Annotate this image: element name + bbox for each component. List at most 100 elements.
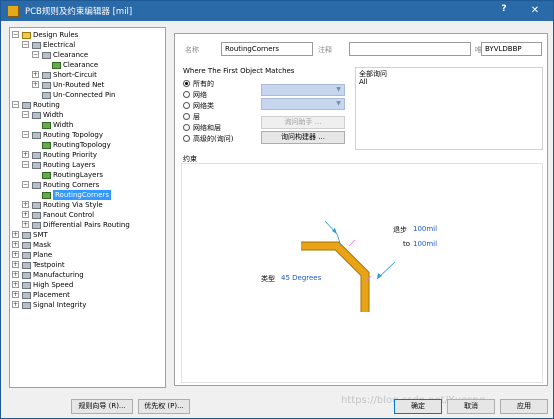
tree-label: RoutingTopology — [53, 141, 111, 149]
net-class-dropdown[interactable]: ▼ — [261, 98, 345, 110]
expand-icon[interactable]: + — [12, 241, 19, 248]
apply-button[interactable]: 应用 — [500, 399, 548, 414]
help-button[interactable]: ? — [497, 4, 511, 14]
rule-editor-window: PCB规则及约束编辑器 [mil] ? ✕ − Design Rules − E… — [0, 0, 554, 419]
expand-icon[interactable]: + — [12, 251, 19, 258]
query-builder-button[interactable]: 询问构建器 ... — [261, 131, 345, 144]
net-dropdown[interactable]: ▼ — [261, 84, 345, 96]
type-label: 类型 — [261, 275, 275, 283]
name-label: 名称 — [185, 46, 199, 54]
differential-pairs-icon — [32, 222, 41, 229]
collapse-icon[interactable]: − — [22, 41, 29, 48]
rules-tree[interactable]: − Design Rules − Electrical − Clearance … — [9, 27, 166, 388]
radio-label: 层 — [193, 113, 200, 121]
tree-label: RoutingCorners — [53, 190, 112, 200]
tree-label: Short-Circuit — [53, 71, 97, 79]
short-circuit-icon — [42, 72, 51, 79]
expand-icon[interactable]: + — [32, 71, 39, 78]
tree-label: Routing Corners — [43, 181, 100, 189]
chevron-down-icon: ▼ — [336, 100, 341, 107]
tree-label: Width — [53, 121, 74, 129]
radio-label: 高级的(询问) — [193, 135, 234, 143]
match-group-title: Where The First Object Matches — [183, 67, 295, 75]
expand-icon[interactable]: + — [12, 231, 19, 238]
routing-via-style-icon — [32, 202, 41, 209]
radio-label: 网络类 — [193, 102, 214, 110]
expand-icon[interactable]: + — [12, 301, 19, 308]
tree-label: RoutingLayers — [53, 171, 104, 179]
tree-label: Clearance — [63, 61, 99, 69]
expand-icon[interactable]: + — [22, 211, 29, 218]
radio-icon — [183, 102, 190, 109]
collapse-icon[interactable]: − — [12, 101, 19, 108]
unrouted-net-icon — [42, 82, 51, 89]
rule-icon — [42, 142, 51, 149]
setback-value[interactable]: 100mil — [413, 225, 437, 233]
type-value[interactable]: 45 Degrees — [281, 274, 321, 282]
tree-label: Un-Routed Net — [53, 81, 105, 89]
radio-label: 网络和层 — [193, 124, 221, 132]
to-value[interactable]: 100mil — [413, 240, 437, 248]
expand-icon[interactable]: + — [32, 81, 39, 88]
expand-icon[interactable]: + — [12, 271, 19, 278]
cancel-button[interactable]: 取消 — [447, 399, 495, 414]
radio-icon — [183, 124, 190, 131]
mask-icon — [22, 242, 31, 249]
tree-label: Routing Priority — [43, 151, 97, 159]
tree-label: Design Rules — [33, 31, 79, 39]
collapse-icon[interactable]: − — [32, 51, 39, 58]
tree-label: Signal Integrity — [33, 301, 87, 309]
radio-icon — [183, 91, 190, 98]
ok-button[interactable]: 确定 — [394, 399, 442, 414]
radio-label: 网络 — [193, 91, 207, 99]
comment-label: 注释 — [318, 46, 332, 54]
routing-corners-icon — [32, 182, 41, 189]
expand-icon[interactable]: + — [22, 151, 29, 158]
rule-icon — [52, 62, 61, 69]
tree-label: Routing Layers — [43, 161, 96, 169]
rule-icon — [42, 122, 51, 129]
expand-icon[interactable]: + — [12, 261, 19, 268]
testpoint-icon — [22, 262, 31, 269]
chevron-down-icon: ▼ — [336, 86, 341, 93]
query-helper-button[interactable]: 询问助手 ... — [261, 116, 345, 129]
collapse-icon[interactable]: − — [22, 181, 29, 188]
unique-id-field[interactable]: BYVLDBBP — [481, 42, 542, 56]
unconnected-pin-icon — [42, 92, 51, 99]
expand-icon[interactable]: + — [22, 201, 29, 208]
tree-label: High Speed — [33, 281, 74, 289]
tree-label: Un-Connected Pin — [53, 91, 116, 99]
title-bar[interactable]: PCB规则及约束编辑器 [mil] ? ✕ — [1, 1, 553, 21]
rule-icon — [42, 172, 51, 179]
tree-label: Routing Topology — [43, 131, 103, 139]
close-button[interactable]: ✕ — [525, 3, 545, 18]
collapse-icon[interactable]: − — [12, 31, 19, 38]
name-field[interactable]: RoutingCorners — [221, 42, 313, 56]
tree-label: Fanout Control — [43, 211, 95, 219]
setback-label: 退步 — [393, 226, 407, 234]
expand-icon[interactable]: + — [12, 291, 19, 298]
rule-icon — [42, 192, 51, 199]
collapse-icon[interactable]: − — [22, 111, 29, 118]
signal-integrity-icon — [22, 302, 31, 309]
manufacturing-icon — [22, 272, 31, 279]
rule-wizard-button[interactable]: 规则向导 (R)... — [71, 399, 133, 414]
priority-button[interactable]: 优先权 (P)... — [138, 399, 190, 414]
tree-label: Routing Via Style — [43, 201, 103, 209]
collapse-icon[interactable]: − — [22, 161, 29, 168]
comment-field[interactable] — [349, 42, 471, 56]
collapse-icon[interactable]: − — [22, 131, 29, 138]
tree-label: Manufacturing — [33, 271, 84, 279]
tree-label: Placement — [33, 291, 70, 299]
full-query-text[interactable]: All — [359, 78, 368, 86]
tree-label: Electrical — [43, 41, 76, 49]
window-title: PCB规则及约束编辑器 [mil] — [25, 7, 133, 17]
tree-label: Differential Pairs Routing — [43, 221, 130, 229]
rules-folder-icon — [22, 32, 31, 39]
radio-icon — [183, 135, 190, 142]
expand-icon[interactable]: + — [22, 221, 29, 228]
fanout-control-icon — [32, 212, 41, 219]
expand-icon[interactable]: + — [12, 281, 19, 288]
tree-label: Width — [43, 111, 64, 119]
tree-label: Mask — [33, 241, 52, 249]
